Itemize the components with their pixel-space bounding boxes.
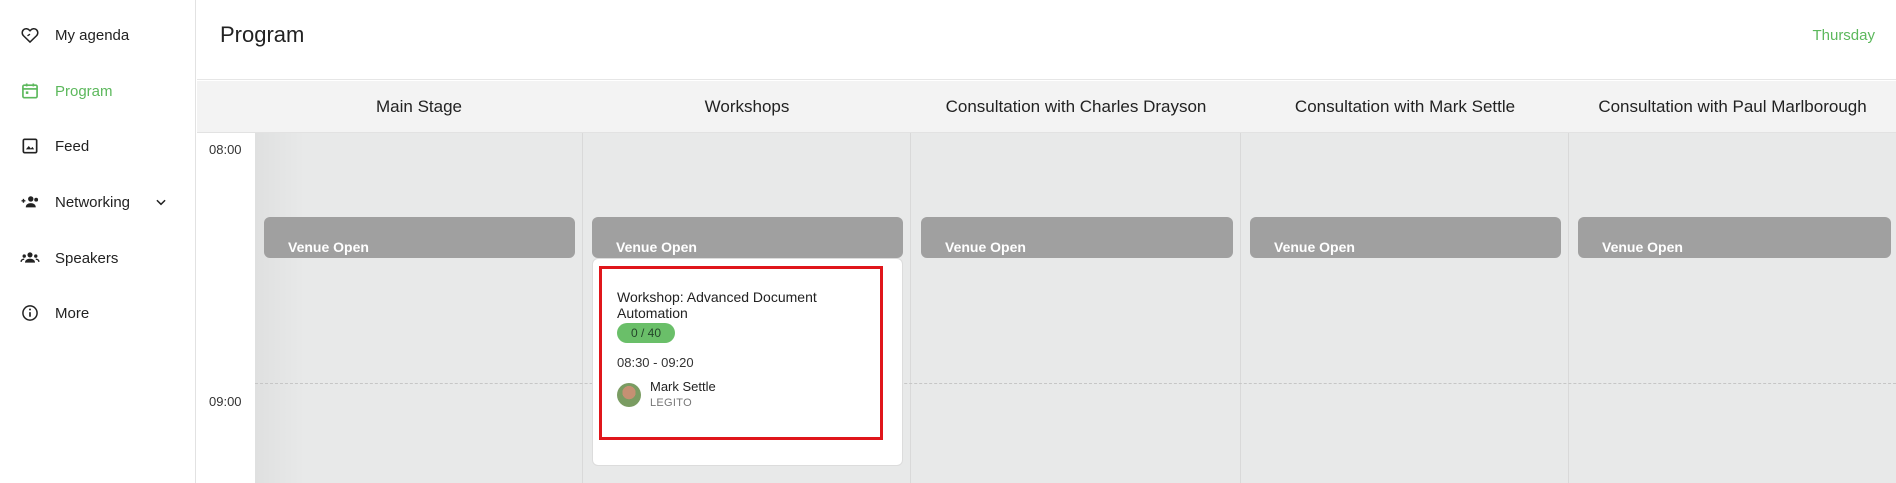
time-label: 09:00 [209, 394, 242, 409]
column-divider [1568, 133, 1569, 483]
column-divider [910, 133, 911, 483]
venue-open-block[interactable]: Venue Open [1578, 217, 1891, 258]
sidebar-item-label: Speakers [55, 249, 119, 267]
schedule-body[interactable]: Venue Open Venue Open Venue Open Venue O… [255, 133, 1896, 483]
group-icon [20, 248, 40, 268]
sidebar-item-my-agenda[interactable]: My agenda [0, 15, 195, 55]
chevron-down-icon[interactable] [154, 195, 168, 209]
people-add-icon [20, 192, 40, 212]
hour-line [255, 383, 1896, 384]
time-column: 08:00 09:00 [197, 133, 255, 483]
venue-open-label: Venue Open [288, 239, 369, 255]
column-divider [1240, 133, 1241, 483]
sidebar-item-label: My agenda [55, 26, 130, 44]
track-header-row: Main Stage Workshops Consultation with C… [197, 81, 1896, 133]
track-header-main-stage: Main Stage [376, 97, 462, 116]
sidebar-item-label: Feed [55, 137, 90, 155]
venue-open-label: Venue Open [1602, 239, 1683, 255]
avatar [617, 383, 641, 407]
speaker-name: Mark Settle [650, 379, 716, 394]
sidebar: My agenda Program Feed Networking Speake… [0, 0, 196, 483]
schedule-grid: Main Stage Workshops Consultation with C… [197, 81, 1896, 483]
speaker-organization: LEGITO [650, 397, 692, 409]
venue-open-block[interactable]: Venue Open [264, 217, 575, 258]
session-title: Workshop: Advanced Document Automation [617, 289, 817, 321]
venue-open-block[interactable]: Venue Open [1250, 217, 1561, 258]
venue-open-label: Venue Open [616, 239, 697, 255]
info-icon [20, 303, 40, 323]
day-selector[interactable]: Thursday [1812, 27, 1875, 44]
sidebar-item-label: Program [55, 82, 113, 100]
track-header-consultation-charles-drayson: Consultation with Charles Drayson [945, 97, 1207, 116]
venue-open-block[interactable]: Venue Open [921, 217, 1233, 258]
track-header-workshops: Workshops [704, 97, 790, 116]
page-header: Program Thursday [197, 0, 1896, 80]
app-root: My agenda Program Feed Networking Speake… [0, 0, 1896, 483]
heart-outline-icon [20, 25, 40, 45]
sidebar-item-networking[interactable]: Networking [0, 182, 195, 222]
image-icon [20, 136, 40, 156]
sidebar-item-label: More [55, 304, 90, 322]
venue-open-block[interactable]: Venue Open [592, 217, 903, 258]
calendar-icon [20, 81, 40, 101]
sidebar-item-speakers[interactable]: Speakers [0, 238, 195, 278]
sidebar-item-program[interactable]: Program [0, 71, 195, 111]
venue-open-label: Venue Open [1274, 239, 1355, 255]
column-divider [582, 133, 583, 483]
time-label: 08:00 [209, 142, 242, 157]
track-header-consultation-paul-marlborough: Consultation with Paul Marlborough [1598, 97, 1867, 116]
track-header-consultation-mark-settle: Consultation with Mark Settle [1294, 97, 1516, 116]
session-time: 08:30 - 09:20 [617, 355, 694, 370]
page-title: Program [220, 22, 305, 47]
sidebar-item-label: Networking [55, 193, 131, 211]
grid-shadow [255, 133, 305, 483]
session-card[interactable]: Workshop: Advanced Document Automation 0… [592, 258, 903, 466]
capacity-badge: 0 / 40 [617, 323, 675, 343]
sidebar-item-feed[interactable]: Feed [0, 126, 195, 166]
sidebar-item-more[interactable]: More [0, 293, 195, 333]
venue-open-label: Venue Open [945, 239, 1026, 255]
